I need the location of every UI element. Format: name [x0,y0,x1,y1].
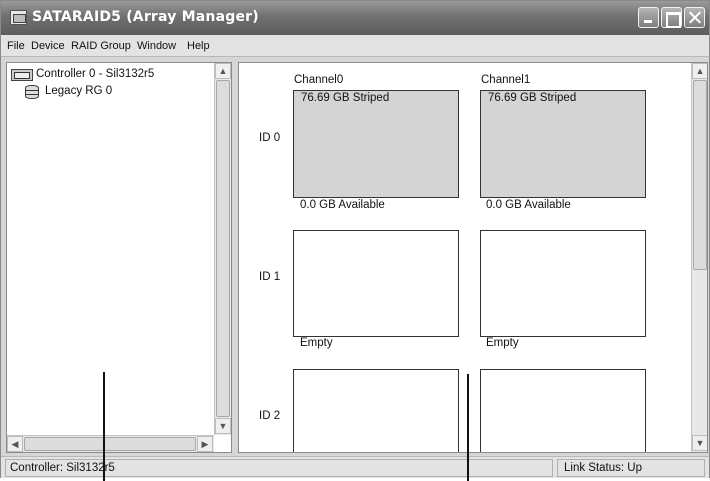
drive-grid-pane: Channel0 Channel1 ID 0 76.69 GB Striped … [238,62,708,453]
row-id-label: ID 0 [259,132,281,144]
tree-item-label: Controller 0 - Sil3132r5 [36,68,155,80]
scroll-thumb[interactable] [693,80,707,270]
scroll-down-button[interactable]: ▼ [692,435,707,451]
tree-horizontal-scrollbar[interactable]: ◀ ▶ [7,435,214,452]
drive-slot-ch1-id0[interactable]: 76.69 GB Striped [480,90,646,198]
device-tree-pane: Controller 0 - Sil3132r5 Legacy RG 0 ▲ ▼… [6,62,232,453]
link-status: Link Status: Up [557,459,705,477]
channel-header-1: Channel1 [481,74,531,86]
tree-item-label: Legacy RG 0 [45,85,113,97]
title-bar[interactable]: SATARAID5 (Array Manager) [1,1,709,35]
menu-file[interactable]: File [7,40,25,52]
scroll-thumb[interactable] [24,437,196,451]
drive-slot-status: Empty [300,337,333,349]
scroll-up-button[interactable]: ▲ [215,63,231,79]
drive-slot-ch0-id0[interactable]: 76.69 GB Striped [293,90,459,198]
drive-slot-ch1-id1[interactable] [480,230,646,337]
scroll-up-button[interactable]: ▲ [692,63,707,79]
scroll-left-button[interactable]: ◀ [7,436,23,452]
close-button[interactable] [684,7,705,28]
scroll-right-button[interactable]: ▶ [197,436,213,452]
tree-vertical-scrollbar[interactable]: ▲ ▼ [214,63,231,435]
drive-available: 0.0 GB Available [300,199,385,211]
controller-status: Controller: Sil3132r5 [5,459,553,477]
window-title: SATARAID5 (Array Manager) [32,9,259,25]
callout-line-right [467,374,469,481]
drive-slot-ch0-id2[interactable] [293,369,459,452]
minimize-button[interactable] [638,7,659,28]
drive-slot-status: Empty [486,337,519,349]
drive-capacity: 76.69 GB Striped [301,92,390,104]
row-id-label: ID 2 [259,410,281,422]
channel-header-0: Channel0 [294,74,344,86]
scroll-down-button[interactable]: ▼ [215,418,231,434]
scroll-thumb[interactable] [216,80,230,417]
controller-icon [11,69,33,81]
menu-bar: File Device RAID Group Window Help [1,35,709,57]
menu-device[interactable]: Device [31,40,65,52]
row-id-label: ID 1 [259,271,281,283]
drive-available: 0.0 GB Available [486,199,571,211]
menu-window[interactable]: Window [137,40,176,52]
app-window: SATARAID5 (Array Manager) File Device RA… [0,0,710,478]
callout-line-left [103,372,105,481]
status-bar: Controller: Sil3132r5 Link Status: Up [1,456,709,478]
drive-capacity: 76.69 GB Striped [488,92,577,104]
drive-slot-ch0-id1[interactable] [293,230,459,337]
maximize-button[interactable] [661,7,682,28]
grid-vertical-scrollbar[interactable]: ▲ ▼ [691,63,707,452]
app-icon[interactable] [10,10,27,25]
drive-slot-ch1-id2[interactable] [480,369,646,452]
menu-raid-group[interactable]: RAID Group [71,40,131,52]
menu-help[interactable]: Help [187,40,210,52]
disk-group-icon [25,85,39,99]
